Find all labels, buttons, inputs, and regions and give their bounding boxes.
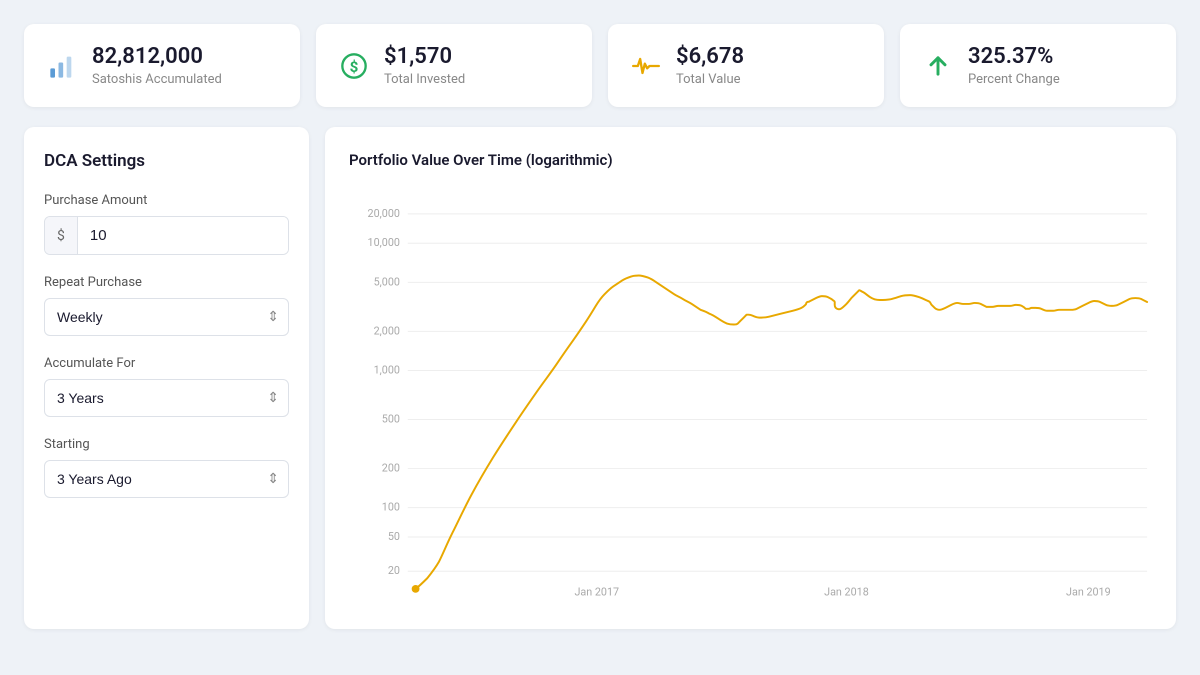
- satoshis-label: Satoshis Accumulated: [92, 72, 222, 87]
- percent-change-card: 325.37% Percent Change: [900, 24, 1176, 107]
- svg-text:$: $: [350, 58, 359, 76]
- accumulate-for-label: Accumulate For: [44, 356, 289, 371]
- percent-change-value: 325.37%: [968, 44, 1060, 70]
- purchase-amount-input-wrapper: $ .00: [44, 216, 289, 255]
- total-value-label: Total Value: [676, 72, 744, 87]
- repeat-purchase-label: Repeat Purchase: [44, 275, 289, 290]
- x-label-2017: Jan 2017: [574, 586, 619, 599]
- y-label-5000: 5,000: [374, 276, 400, 289]
- y-label-2000: 2,000: [374, 325, 400, 338]
- invested-card: $ $1,570 Total Invested: [316, 24, 592, 107]
- repeat-purchase-wrapper: Daily Weekly Monthly ⇕: [44, 298, 289, 336]
- chart-container: 20,000 10,000 5,000 2,000 1,000 500 200 …: [349, 185, 1152, 605]
- chart-panel: Portfolio Value Over Time (logarithmic) …: [325, 127, 1176, 629]
- y-label-20: 20: [388, 565, 400, 578]
- invested-value: $1,570: [384, 44, 465, 70]
- x-label-2018: Jan 2018: [824, 586, 869, 599]
- accumulate-for-group: Accumulate For 1 Year 2 Years 3 Years 5 …: [44, 356, 289, 417]
- chart-start-dot: [412, 585, 420, 593]
- dollar-prefix: $: [45, 217, 78, 254]
- percent-change-label: Percent Change: [968, 72, 1060, 87]
- portfolio-line: [416, 276, 1148, 589]
- starting-label: Starting: [44, 437, 289, 452]
- purchase-amount-label: Purchase Amount: [44, 193, 289, 208]
- y-label-50: 50: [388, 530, 400, 543]
- repeat-purchase-select[interactable]: Daily Weekly Monthly: [44, 298, 289, 336]
- satoshis-card: 82,812,000 Satoshis Accumulated: [24, 24, 300, 107]
- total-value-value: $6,678: [676, 44, 744, 70]
- starting-wrapper: 1 Year Ago 2 Years Ago 3 Years Ago 5 Yea…: [44, 460, 289, 498]
- purchase-amount-input[interactable]: [78, 217, 289, 254]
- bars-icon: [48, 52, 76, 80]
- invested-label: Total Invested: [384, 72, 465, 87]
- main-content: DCA Settings Purchase Amount $ .00 Repea…: [24, 127, 1176, 629]
- chart-title: Portfolio Value Over Time (logarithmic): [349, 151, 1152, 169]
- accumulate-for-select[interactable]: 1 Year 2 Years 3 Years 5 Years 10 Years: [44, 379, 289, 417]
- purchase-amount-group: Purchase Amount $ .00: [44, 193, 289, 255]
- dollar-icon: $: [340, 52, 368, 80]
- chart-svg: 20,000 10,000 5,000 2,000 1,000 500 200 …: [349, 185, 1152, 605]
- y-label-20000: 20,000: [368, 207, 400, 220]
- stats-row: 82,812,000 Satoshis Accumulated $ $1,570…: [24, 24, 1176, 107]
- settings-panel: DCA Settings Purchase Amount $ .00 Repea…: [24, 127, 309, 629]
- x-label-2019: Jan 2019: [1066, 586, 1111, 599]
- satoshis-value: 82,812,000: [92, 44, 222, 70]
- y-label-10000: 10,000: [368, 237, 400, 250]
- starting-group: Starting 1 Year Ago 2 Years Ago 3 Years …: [44, 437, 289, 498]
- pulse-icon: [632, 52, 660, 80]
- y-label-200: 200: [382, 462, 400, 475]
- arrow-up-icon: [924, 52, 952, 80]
- y-label-1000: 1,000: [374, 364, 400, 377]
- total-value-card: $6,678 Total Value: [608, 24, 884, 107]
- settings-title: DCA Settings: [44, 151, 289, 171]
- y-label-500: 500: [382, 413, 400, 426]
- starting-select[interactable]: 1 Year Ago 2 Years Ago 3 Years Ago 5 Yea…: [44, 460, 289, 498]
- accumulate-for-wrapper: 1 Year 2 Years 3 Years 5 Years 10 Years …: [44, 379, 289, 417]
- repeat-purchase-group: Repeat Purchase Daily Weekly Monthly ⇕: [44, 275, 289, 336]
- y-label-100: 100: [382, 501, 400, 514]
